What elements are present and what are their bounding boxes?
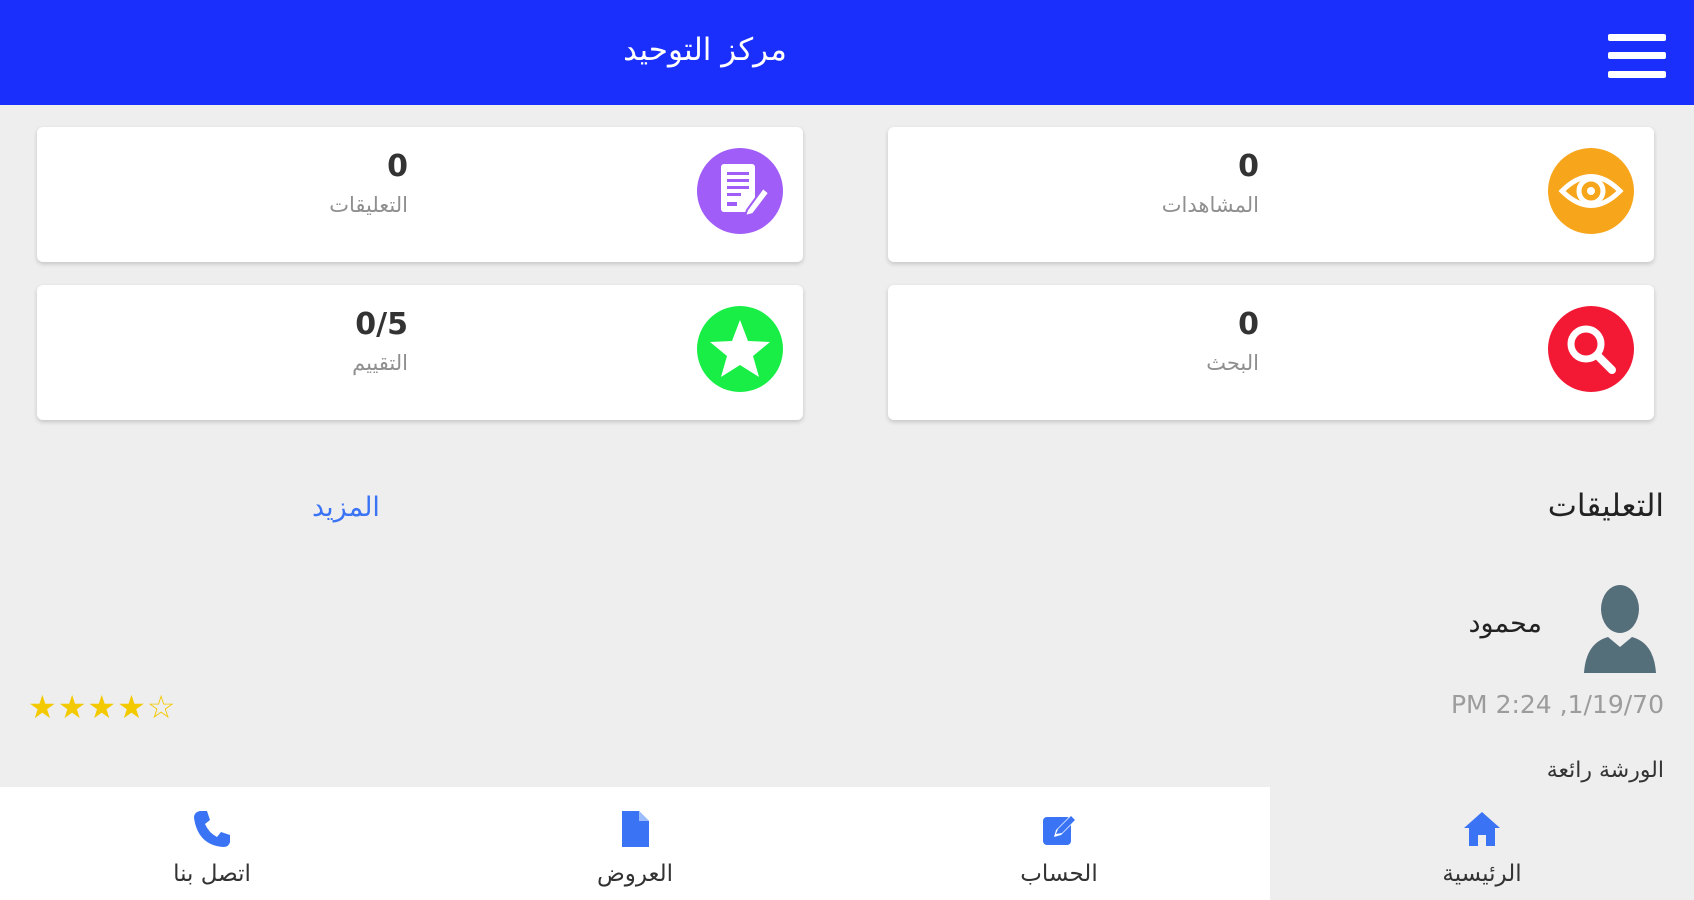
stat-card-search: 0 البحث (888, 285, 1654, 420)
comment-rating-stars: ★★★★☆ (28, 688, 177, 726)
rating-value: 0/5 (355, 307, 408, 342)
stat-card-comments: 0 التعليقات (37, 127, 803, 262)
app-header: مركز التوحيد (0, 0, 1694, 105)
page-title: مركز التوحيد (623, 32, 787, 68)
star-icon (697, 306, 783, 392)
hamburger-menu-icon[interactable] (1608, 34, 1666, 78)
search-count: 0 (1238, 307, 1259, 342)
eye-icon (1548, 148, 1634, 234)
nav-account[interactable]: الحساب (847, 787, 1271, 900)
nav-account-label: الحساب (1020, 861, 1098, 887)
comments-section-title: التعليقات (1547, 488, 1664, 524)
views-label: المشاهدات (1161, 193, 1259, 217)
phone-icon (190, 807, 234, 851)
home-icon (1460, 807, 1504, 851)
stat-card-views: 0 المشاهدات (888, 127, 1654, 262)
stat-card-rating: 0/5 التقييم (37, 285, 803, 420)
document-edit-icon (697, 148, 783, 234)
search-label: البحث (1206, 351, 1259, 375)
views-count: 0 (1238, 149, 1259, 184)
nav-offers-label: العروض (596, 861, 674, 887)
nav-home[interactable]: الرئيسية (1270, 787, 1694, 900)
more-link[interactable]: المزيد (312, 492, 380, 523)
rating-label: التقييم (352, 351, 408, 375)
search-icon (1548, 306, 1634, 392)
comment-author: محمود (1468, 608, 1542, 639)
comment-date: PM 2:24 ,1/19/70 (1450, 690, 1664, 719)
user-avatar-icon (1582, 581, 1658, 673)
comments-count: 0 (387, 149, 408, 184)
comments-label: التعليقات (329, 193, 408, 217)
nav-home-label: الرئيسية (1442, 861, 1522, 887)
nav-contact-label: اتصل بنا (173, 861, 251, 887)
comment-text: الورشة رائعة (1546, 758, 1664, 783)
nav-offers[interactable]: العروض (423, 787, 847, 900)
bottom-navigation: الرئيسية الحساب العروض اتصل بنا (0, 787, 1694, 900)
file-icon (613, 807, 657, 851)
account-edit-icon (1037, 807, 1081, 851)
nav-contact[interactable]: اتصل بنا (0, 787, 424, 900)
